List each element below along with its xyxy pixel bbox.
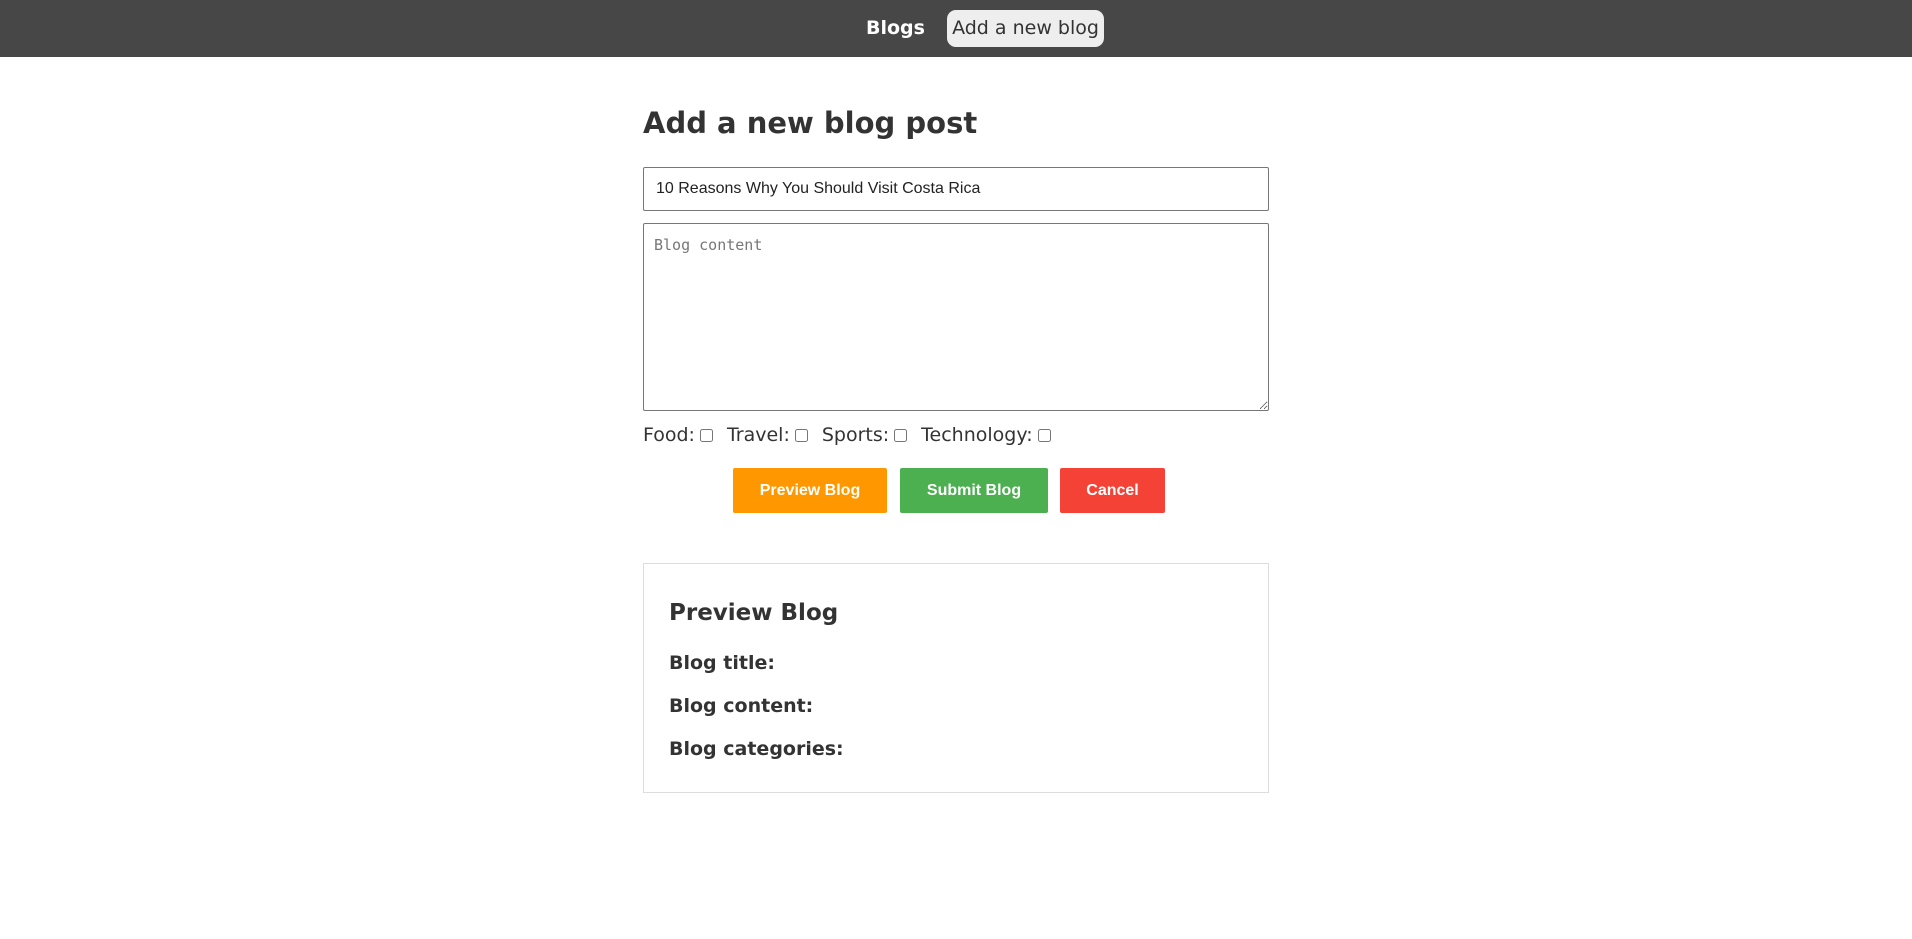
nav-link-blogs[interactable]: Blogs: [866, 17, 925, 39]
preview-categories-label: Blog categories:: [669, 738, 844, 760]
blog-content-textarea[interactable]: [643, 223, 1269, 411]
category-sports-label: Sports:: [821, 424, 890, 446]
cancel-button[interactable]: Cancel: [1060, 468, 1165, 513]
category-sports-checkbox[interactable]: [894, 428, 908, 442]
category-travel-label: Travel:: [726, 424, 790, 446]
blog-title-input[interactable]: [643, 167, 1269, 211]
category-travel-checkbox[interactable]: [794, 428, 808, 442]
preview-title-label: Blog title:: [669, 652, 775, 674]
category-food-label: Food:: [643, 424, 695, 446]
top-navigation-bar: Blogs Add a new blog: [0, 0, 1912, 57]
page-title: Add a new blog post: [643, 106, 978, 140]
preview-blog-button[interactable]: Preview Blog: [733, 468, 887, 513]
category-technology[interactable]: Technology:: [921, 424, 1051, 446]
category-travel[interactable]: Travel:: [727, 424, 808, 446]
category-technology-checkbox[interactable]: [1037, 428, 1051, 442]
submit-blog-button[interactable]: Submit Blog: [900, 468, 1048, 513]
category-checkbox-group: Food: Travel: Sports: Technology:: [643, 424, 1065, 446]
preview-heading: Preview Blog: [669, 600, 839, 626]
category-sports[interactable]: Sports:: [821, 424, 908, 446]
preview-content-label: Blog content:: [669, 695, 814, 717]
nav-link-add-new-blog[interactable]: Add a new blog: [947, 10, 1104, 47]
preview-panel: Preview Blog Blog title: Blog content: B…: [643, 563, 1269, 793]
category-food[interactable]: Food:: [643, 424, 713, 446]
category-food-checkbox[interactable]: [699, 428, 713, 442]
category-technology-label: Technology:: [921, 424, 1033, 446]
